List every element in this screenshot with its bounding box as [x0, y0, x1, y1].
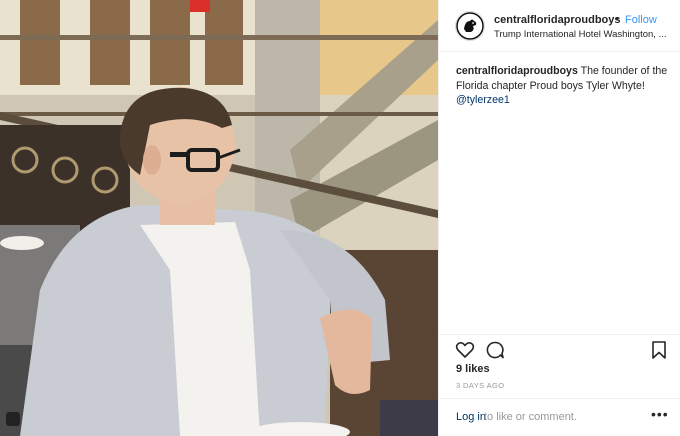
post-header: centralfloridaproudboys • Follow Trump I…: [439, 0, 680, 52]
post-photo-image: [0, 0, 438, 436]
heart-icon[interactable]: [455, 340, 475, 360]
follow-button[interactable]: Follow: [625, 14, 657, 26]
caption-mention-link[interactable]: @tylerzee1: [456, 94, 510, 106]
bookmark-icon[interactable]: [649, 340, 669, 360]
login-prompt: Log in to like or comment. •••: [439, 398, 680, 436]
header-separator-dot: •: [615, 13, 619, 25]
post-photo[interactable]: [0, 0, 438, 436]
rooster-logo-icon: [456, 12, 484, 40]
login-prompt-text: to like or comment.: [484, 411, 577, 423]
comment-icon[interactable]: [485, 340, 505, 360]
post-actions-bar: [439, 334, 680, 362]
profile-avatar[interactable]: [455, 11, 485, 41]
caption-username-link[interactable]: centralfloridaproudboys: [456, 65, 578, 77]
login-link[interactable]: Log in: [456, 411, 486, 423]
header-username-link[interactable]: centralfloridaproudboys: [494, 14, 621, 26]
post-timestamp: 3 DAYS AGO: [456, 381, 505, 390]
location-link[interactable]: Trump International Hotel Washington, ..…: [494, 29, 669, 40]
more-options-button[interactable]: •••: [651, 406, 669, 422]
likes-count[interactable]: 9 likes: [456, 363, 490, 375]
post-caption: centralfloridaproudboys The founder of t…: [456, 64, 676, 108]
post-sidebar: centralfloridaproudboys • Follow Trump I…: [438, 0, 680, 436]
